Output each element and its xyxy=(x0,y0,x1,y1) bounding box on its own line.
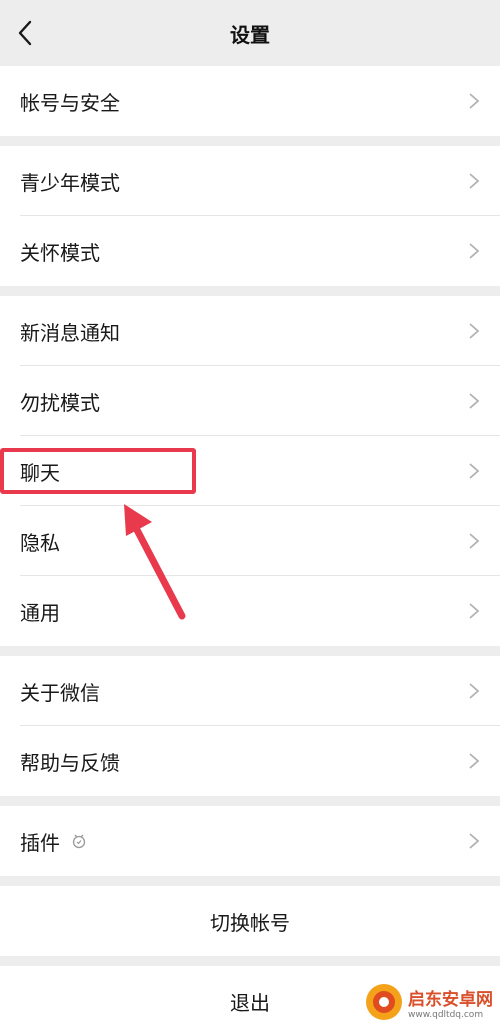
settings-item-label: 隐私 xyxy=(20,530,60,555)
chevron-right-icon xyxy=(469,393,480,409)
settings-item-label: 青少年模式 xyxy=(20,170,120,195)
group-about: 关于微信 帮助与反馈 xyxy=(0,656,500,796)
settings-item-account-security[interactable]: 帐号与安全 xyxy=(0,66,500,136)
settings-item-help-feedback[interactable]: 帮助与反馈 xyxy=(0,726,500,796)
settings-item-care-mode[interactable]: 关怀模式 xyxy=(0,216,500,286)
back-button[interactable] xyxy=(10,18,40,48)
chevron-left-icon xyxy=(18,20,32,46)
chevron-right-icon xyxy=(469,683,480,699)
watermark: 启东安卓网 www.qdltdq.com xyxy=(364,980,496,1024)
watermark-name: 启东安卓网 xyxy=(408,989,493,1010)
watermark-url: www.qdltdq.com xyxy=(408,1009,484,1020)
group-modes: 青少年模式 关怀模式 xyxy=(0,146,500,286)
settings-item-label: 关怀模式 xyxy=(20,240,100,265)
group-account: 帐号与安全 xyxy=(0,66,500,136)
page-title: 设置 xyxy=(230,22,270,47)
settings-item-general[interactable]: 通用 xyxy=(0,576,500,646)
chevron-right-icon xyxy=(469,833,480,849)
settings-item-label: 帮助与反馈 xyxy=(20,750,120,775)
settings-item-label: 新消息通知 xyxy=(20,320,120,345)
settings-item-about[interactable]: 关于微信 xyxy=(0,656,500,726)
plugin-icon xyxy=(72,834,86,849)
settings-item-label: 关于微信 xyxy=(20,680,100,705)
settings-item-label: 勿扰模式 xyxy=(20,390,100,415)
settings-item-label: 通用 xyxy=(20,600,60,625)
settings-item-privacy[interactable]: 隐私 xyxy=(0,506,500,576)
chevron-right-icon xyxy=(469,93,480,109)
settings-item-teen-mode[interactable]: 青少年模式 xyxy=(0,146,500,216)
chevron-right-icon xyxy=(469,243,480,259)
watermark-logo-icon xyxy=(366,984,402,1020)
chevron-right-icon xyxy=(469,603,480,619)
chevron-right-icon xyxy=(469,533,480,549)
chevron-right-icon xyxy=(469,173,480,189)
highlight-box xyxy=(0,448,196,494)
nav-bar: 设置 xyxy=(0,0,500,66)
settings-item-plugins[interactable]: 插件 xyxy=(0,806,500,876)
settings-item-do-not-disturb[interactable]: 勿扰模式 xyxy=(0,366,500,436)
group-plugins: 插件 xyxy=(0,806,500,876)
settings-item-notifications[interactable]: 新消息通知 xyxy=(0,296,500,366)
chevron-right-icon xyxy=(469,463,480,479)
switch-account-button[interactable]: 切换帐号 xyxy=(0,886,500,956)
arrow-icon xyxy=(124,504,186,620)
chevron-right-icon xyxy=(469,753,480,769)
settings-item-label: 插件 xyxy=(20,830,60,855)
settings-item-label: 帐号与安全 xyxy=(20,90,120,115)
chevron-right-icon xyxy=(469,323,480,339)
